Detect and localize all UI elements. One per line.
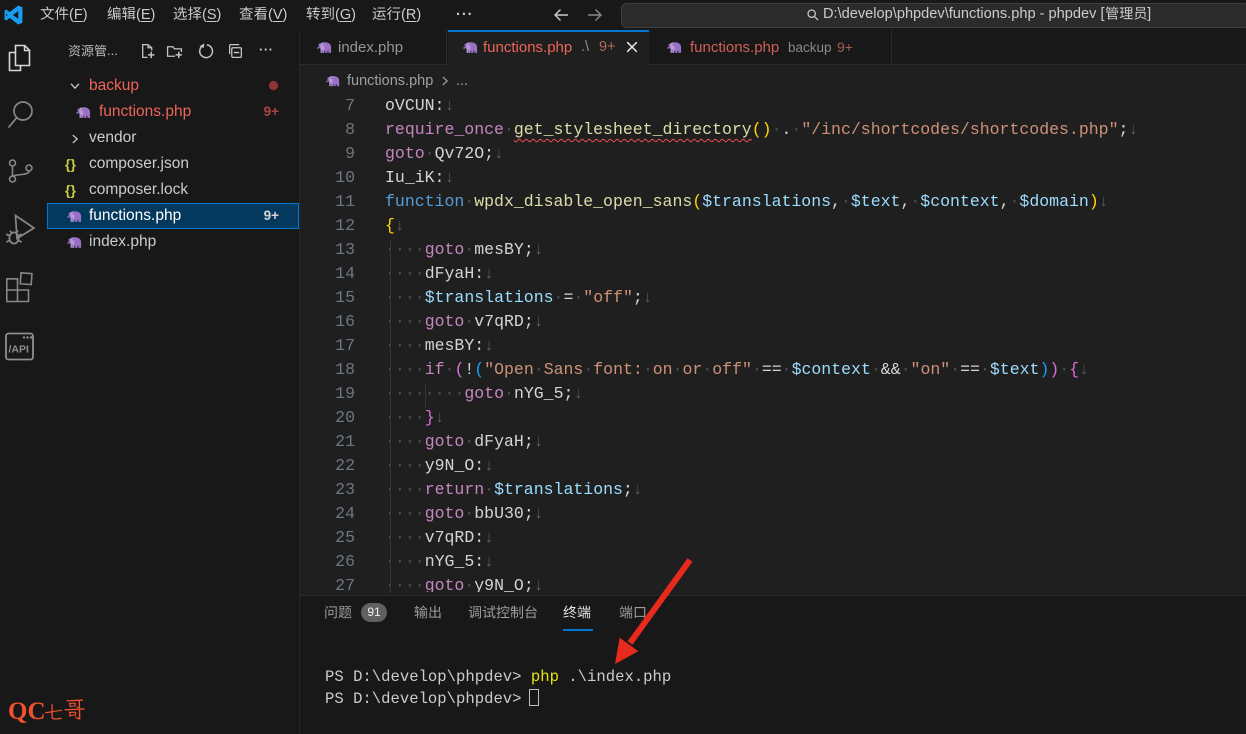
svg-text:/API: /API: [9, 344, 30, 356]
